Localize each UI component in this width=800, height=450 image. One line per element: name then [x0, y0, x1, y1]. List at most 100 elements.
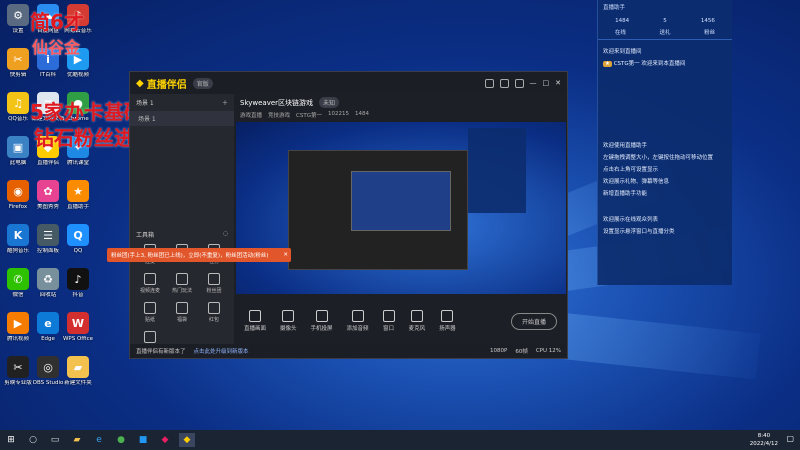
app-icon: ♪ — [67, 268, 89, 290]
chat-message-text: CSTG第一 欢迎来到本直播间 — [613, 61, 686, 67]
app-icon[interactable]: ◆ — [157, 433, 173, 447]
tool-item[interactable]: 视频连麦 — [134, 273, 166, 294]
toolbar-icon — [315, 310, 328, 322]
desktop-icon-label: 腾讯课堂 — [66, 160, 89, 166]
maximize-button[interactable]: □ — [543, 79, 550, 87]
search-icon[interactable]: ○ — [25, 433, 41, 447]
chrome-icon[interactable]: ● — [113, 433, 129, 447]
stage-area: Skyweaver区块链游戏 未知 游戏直播 竞技游戏 CSTG第一 10221… — [234, 94, 567, 344]
notification-icon[interactable]: ▢ — [786, 434, 794, 443]
minimize-button[interactable]: — — [530, 79, 537, 87]
toolbar-button[interactable]: 手机投屏 — [311, 310, 333, 332]
toolbar-icon — [382, 310, 395, 322]
scene-item[interactable]: 场景 1 — [130, 111, 234, 126]
fan-count: 1456 — [700, 18, 715, 24]
toolbar-icon — [351, 310, 364, 322]
toolbar-label: 窗口 — [383, 326, 395, 332]
assistant-header: 直播助手 — [603, 5, 626, 11]
logo-icon: ◆ — [136, 77, 144, 89]
assistant-panel: 直播助手 1484 5 1456 在线 送礼 粉丝 欢迎来到直播间 ★ CSTG… — [597, 0, 732, 285]
live-companion-taskbar-icon[interactable]: ◆ — [179, 433, 195, 447]
desktop-icon-label: 优酷视频 — [66, 72, 89, 78]
toolbar-button[interactable]: 添加音频 — [347, 310, 369, 332]
toolbar-button[interactable]: 麦克风 — [409, 310, 425, 332]
app-logo: ◆ 直播伴侣 — [136, 76, 187, 91]
viewer-count: 1484 — [615, 18, 630, 24]
toast-text: 粉丝团(手上3, 粉丝团已上线)，立即(不重复)，粉丝团活动(粉丝) — [111, 253, 269, 259]
tool-icon — [176, 273, 188, 285]
toolbar-label: 摄像头 — [280, 326, 297, 332]
toolbar-button[interactable]: 摄像头 — [280, 310, 297, 332]
stat-1: CSTG第一 — [296, 113, 322, 119]
notification-toast[interactable]: 粉丝团(手上3, 粉丝团已上线)，立即(不重复)，粉丝团活动(粉丝) ✕ — [107, 248, 291, 262]
desktop-icon[interactable]: ♪ 抖音 — [56, 268, 100, 299]
tool-icon — [144, 273, 156, 285]
user-badge: ★ — [603, 61, 612, 67]
tool-item[interactable]: 粉丝团 — [198, 273, 230, 294]
tool-icon — [176, 302, 188, 314]
toolbar-icon — [249, 310, 261, 322]
tool-icon — [144, 302, 156, 314]
update-link[interactable]: 点击此处升级到新版本 — [194, 347, 249, 355]
chat-message: 欢迎来到直播间 — [603, 49, 642, 55]
toolbar-label: 添加音频 — [346, 326, 369, 332]
desktop-icon-label: WPS Office — [62, 336, 94, 342]
tool-item[interactable]: 红包 — [198, 302, 230, 323]
chat-message: ★ CSTG第一 欢迎来到本直播间 — [598, 58, 732, 70]
system-clock[interactable]: 8:40 2022/4/12 — [750, 432, 778, 448]
tool-label: 热门玩法 — [171, 288, 192, 294]
tab-online[interactable]: 在线 — [615, 28, 626, 36]
task-view-icon[interactable]: ▭ — [47, 433, 63, 447]
tool-label: 粉丝团 — [206, 288, 222, 294]
app-icon: ▰ — [67, 356, 89, 378]
desktop-icon[interactable]: W WPS Office — [56, 312, 100, 343]
edge-icon[interactable]: e — [91, 433, 107, 447]
close-button[interactable]: ✕ — [555, 79, 561, 87]
toolbar-icon — [410, 310, 423, 322]
toolbar-button[interactable]: 扬声器 — [439, 310, 456, 332]
clock-time: 8:40 — [757, 433, 771, 439]
message-icon[interactable] — [484, 78, 494, 88]
chat-message: 欢迎展示礼物、弹幕等信息 — [603, 179, 670, 185]
tool-item[interactable]: 贴纸 — [134, 302, 166, 323]
update-notice: 直播伴侣有新版本了 — [136, 349, 186, 355]
desktop-icon-label: QQ — [73, 248, 83, 254]
stream-title[interactable]: Skyweaver区块链游戏 — [240, 98, 313, 108]
stream-preview[interactable] — [236, 122, 566, 294]
stat-2: 102215 — [328, 111, 349, 117]
app-titlebar: ◆ 直播伴侣 官版 — □ ✕ — [130, 72, 567, 94]
fps: 60帧 — [515, 349, 528, 355]
bottom-toolbar: 开始直播 直播画面 摄像头 手机投屏 添加音频 窗口 麦克风 扬声器 — [234, 298, 567, 344]
chat-message: 欢迎使用直播助手 — [603, 143, 648, 149]
toolbar-button[interactable]: 窗口 — [382, 310, 395, 332]
chat-message: 点击右上角可设置显示 — [603, 167, 659, 173]
tab-fans[interactable]: 粉丝 — [704, 28, 715, 36]
desktop-icon[interactable]: ▰ 新建文件夹 — [56, 356, 100, 387]
tool-item[interactable]: 福袋 — [166, 302, 198, 323]
desktop-icon[interactable]: ★ 直播助手 — [56, 180, 100, 211]
stat-3: 1484 — [355, 111, 369, 117]
toolbar-button[interactable]: 直播画面 — [244, 310, 266, 332]
start-button[interactable]: ⊞ — [3, 433, 19, 447]
category-tag-1[interactable]: 游戏直播 — [240, 111, 262, 119]
toolbox-settings-icon[interactable]: ◌ — [223, 230, 228, 239]
resolution: 1080P — [490, 348, 508, 354]
chat-message: 左键拖拽调整大小，左键按住拖动可移动位置 — [603, 155, 714, 161]
tool-label: 红包 — [208, 317, 219, 323]
desktop-icon-label: 直播助手 — [66, 204, 89, 210]
toast-close-icon[interactable]: ✕ — [283, 252, 291, 258]
category-tag-2[interactable]: 竞技游戏 — [268, 111, 290, 119]
settings-icon[interactable] — [499, 78, 509, 88]
scenes-header: 场景 1 — [136, 100, 154, 107]
store-icon[interactable]: ■ — [135, 433, 151, 447]
tool-item[interactable]: 热门玩法 — [166, 273, 198, 294]
tab-gifts[interactable]: 送礼 — [659, 28, 670, 36]
skin-icon[interactable] — [514, 78, 524, 88]
nested-preview-window — [288, 150, 468, 270]
start-live-button[interactable]: 开始直播 — [510, 312, 557, 330]
add-scene-button[interactable]: ＋ — [222, 98, 228, 107]
status-bar: 直播伴侣有新版本了 点击此处升级到新版本 1080P 60帧 CPU 12% — [130, 344, 567, 358]
desktop-icon[interactable]: Q QQ — [56, 224, 100, 255]
file-explorer-icon[interactable]: ▰ — [69, 433, 85, 447]
nested-assistant-panel — [468, 128, 526, 213]
